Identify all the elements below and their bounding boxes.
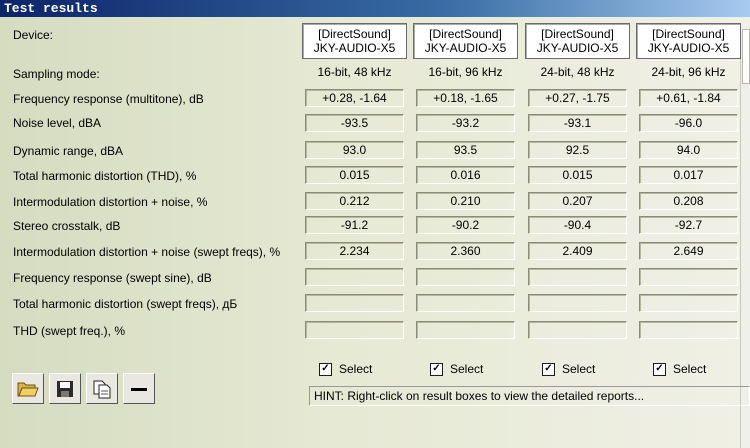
- row-label-thd: Total harmonic distortion (THD), %: [13, 169, 197, 183]
- select-checkbox-1[interactable]: ✓ Select: [319, 362, 372, 376]
- result-box[interactable]: 2.360: [416, 242, 515, 260]
- row-label-thd-swept-freq: THD (swept freq.), %: [13, 324, 126, 338]
- results-panel: Device: Sampling mode: Frequency respons…: [0, 17, 750, 448]
- result-box[interactable]: -96.0: [639, 114, 738, 132]
- row-label-noise-level: Noise level, dBA: [13, 116, 102, 130]
- device-line1: [DirectSound]: [429, 27, 502, 41]
- result-box[interactable]: 0.207: [528, 192, 627, 210]
- result-box[interactable]: [528, 294, 627, 312]
- result-box[interactable]: [528, 268, 627, 286]
- device-line1: [DirectSound]: [318, 27, 391, 41]
- result-box[interactable]: [416, 268, 515, 286]
- result-box[interactable]: [639, 321, 738, 339]
- device-line2: JKY-AUDIO-X5: [313, 41, 396, 55]
- result-box[interactable]: 94.0: [639, 141, 738, 159]
- select-checkbox-3[interactable]: ✓ Select: [542, 362, 595, 376]
- copy-button[interactable]: [86, 373, 118, 404]
- sampling-mode-3: 24-bit, 48 kHz: [540, 65, 615, 79]
- device-line1: [DirectSound]: [652, 27, 725, 41]
- result-box[interactable]: -93.1: [528, 114, 627, 132]
- result-box[interactable]: 0.017: [639, 166, 738, 184]
- result-box[interactable]: 0.015: [305, 166, 404, 184]
- device-line2: JKY-AUDIO-X5: [536, 41, 619, 55]
- row-label-freq-swept: Frequency response (swept sine), dB: [13, 271, 212, 285]
- result-box[interactable]: 0.208: [639, 192, 738, 210]
- vertical-scrollbar[interactable]: [740, 23, 750, 448]
- result-box[interactable]: [528, 321, 627, 339]
- result-box[interactable]: -92.7: [639, 216, 738, 234]
- row-label-freq-response: Frequency response (multitone), dB: [13, 92, 204, 106]
- row-label-dynamic-range: Dynamic range, dBA: [13, 144, 124, 158]
- sampling-mode-4: 24-bit, 96 kHz: [651, 65, 726, 79]
- result-box[interactable]: -93.5: [305, 114, 404, 132]
- result-box[interactable]: [416, 294, 515, 312]
- checkbox-check-icon[interactable]: ✓: [430, 362, 443, 376]
- select-checkbox-2[interactable]: ✓ Select: [430, 362, 483, 376]
- device-line2: JKY-AUDIO-X5: [424, 41, 507, 55]
- result-box[interactable]: +0.61, -1.84: [639, 89, 738, 107]
- window-title-bar: Test results: [0, 0, 750, 17]
- device-box-3[interactable]: [DirectSound] JKY-AUDIO-X5: [525, 23, 630, 59]
- device-box-2[interactable]: [DirectSound] JKY-AUDIO-X5: [413, 23, 518, 59]
- result-box[interactable]: 2.409: [528, 242, 627, 260]
- window-title: Test results: [4, 1, 98, 16]
- save-disk-icon: [57, 380, 73, 397]
- result-box[interactable]: [639, 268, 738, 286]
- checkbox-check-icon[interactable]: ✓: [319, 362, 332, 376]
- result-box[interactable]: 0.210: [416, 192, 515, 210]
- scrollbar-thumb[interactable]: [742, 29, 750, 84]
- result-box[interactable]: [416, 321, 515, 339]
- sampling-mode-label: Sampling mode:: [13, 67, 100, 81]
- result-box[interactable]: [305, 268, 404, 286]
- sampling-mode-1: 16-bit, 48 kHz: [317, 65, 392, 79]
- select-checkbox-4[interactable]: ✓ Select: [653, 362, 706, 376]
- select-label: Select: [673, 362, 707, 376]
- result-box[interactable]: +0.28, -1.64: [305, 89, 404, 107]
- remove-minus-icon: [131, 387, 147, 391]
- result-box[interactable]: 0.015: [528, 166, 627, 184]
- remove-button[interactable]: [123, 373, 155, 404]
- result-box[interactable]: 92.5: [528, 141, 627, 159]
- copy-pages-icon: [93, 380, 111, 398]
- result-box[interactable]: 0.212: [305, 192, 404, 210]
- select-label: Select: [339, 362, 373, 376]
- result-box[interactable]: 2.649: [639, 242, 738, 260]
- select-label: Select: [562, 362, 596, 376]
- result-box[interactable]: 93.5: [416, 141, 515, 159]
- result-box[interactable]: -91.2: [305, 216, 404, 234]
- sampling-mode-2: 16-bit, 96 kHz: [428, 65, 503, 79]
- open-button[interactable]: [12, 373, 44, 404]
- hint-box: HINT: Right-click on result boxes to vie…: [309, 386, 750, 406]
- result-box[interactable]: [305, 294, 404, 312]
- save-button[interactable]: [49, 373, 81, 404]
- result-box[interactable]: +0.27, -1.75: [528, 89, 627, 107]
- row-label-imd: Intermodulation distortion + noise, %: [13, 195, 208, 209]
- result-box[interactable]: 93.0: [305, 141, 404, 159]
- result-box[interactable]: [639, 294, 738, 312]
- row-label-imd-swept: Intermodulation distortion + noise (swep…: [13, 245, 281, 259]
- device-line1: [DirectSound]: [541, 27, 614, 41]
- device-box-1[interactable]: [DirectSound] JKY-AUDIO-X5: [302, 23, 407, 59]
- result-box[interactable]: [305, 321, 404, 339]
- device-label: Device:: [13, 28, 54, 42]
- result-box[interactable]: +0.18, -1.65: [416, 89, 515, 107]
- checkbox-check-icon[interactable]: ✓: [653, 362, 666, 376]
- open-folder-icon: [17, 382, 39, 396]
- select-label: Select: [450, 362, 484, 376]
- result-box[interactable]: 2.234: [305, 242, 404, 260]
- row-label-crosstalk: Stereo crosstalk, dB: [13, 219, 121, 233]
- result-box[interactable]: -93.2: [416, 114, 515, 132]
- device-line2: JKY-AUDIO-X5: [647, 41, 730, 55]
- row-label-thd-swept: Total harmonic distortion (swept freqs),…: [13, 297, 238, 311]
- result-box[interactable]: -90.4: [528, 216, 627, 234]
- checkbox-check-icon[interactable]: ✓: [542, 362, 555, 376]
- device-box-4[interactable]: [DirectSound] JKY-AUDIO-X5: [636, 23, 741, 59]
- result-box[interactable]: -90.2: [416, 216, 515, 234]
- result-box[interactable]: 0.016: [416, 166, 515, 184]
